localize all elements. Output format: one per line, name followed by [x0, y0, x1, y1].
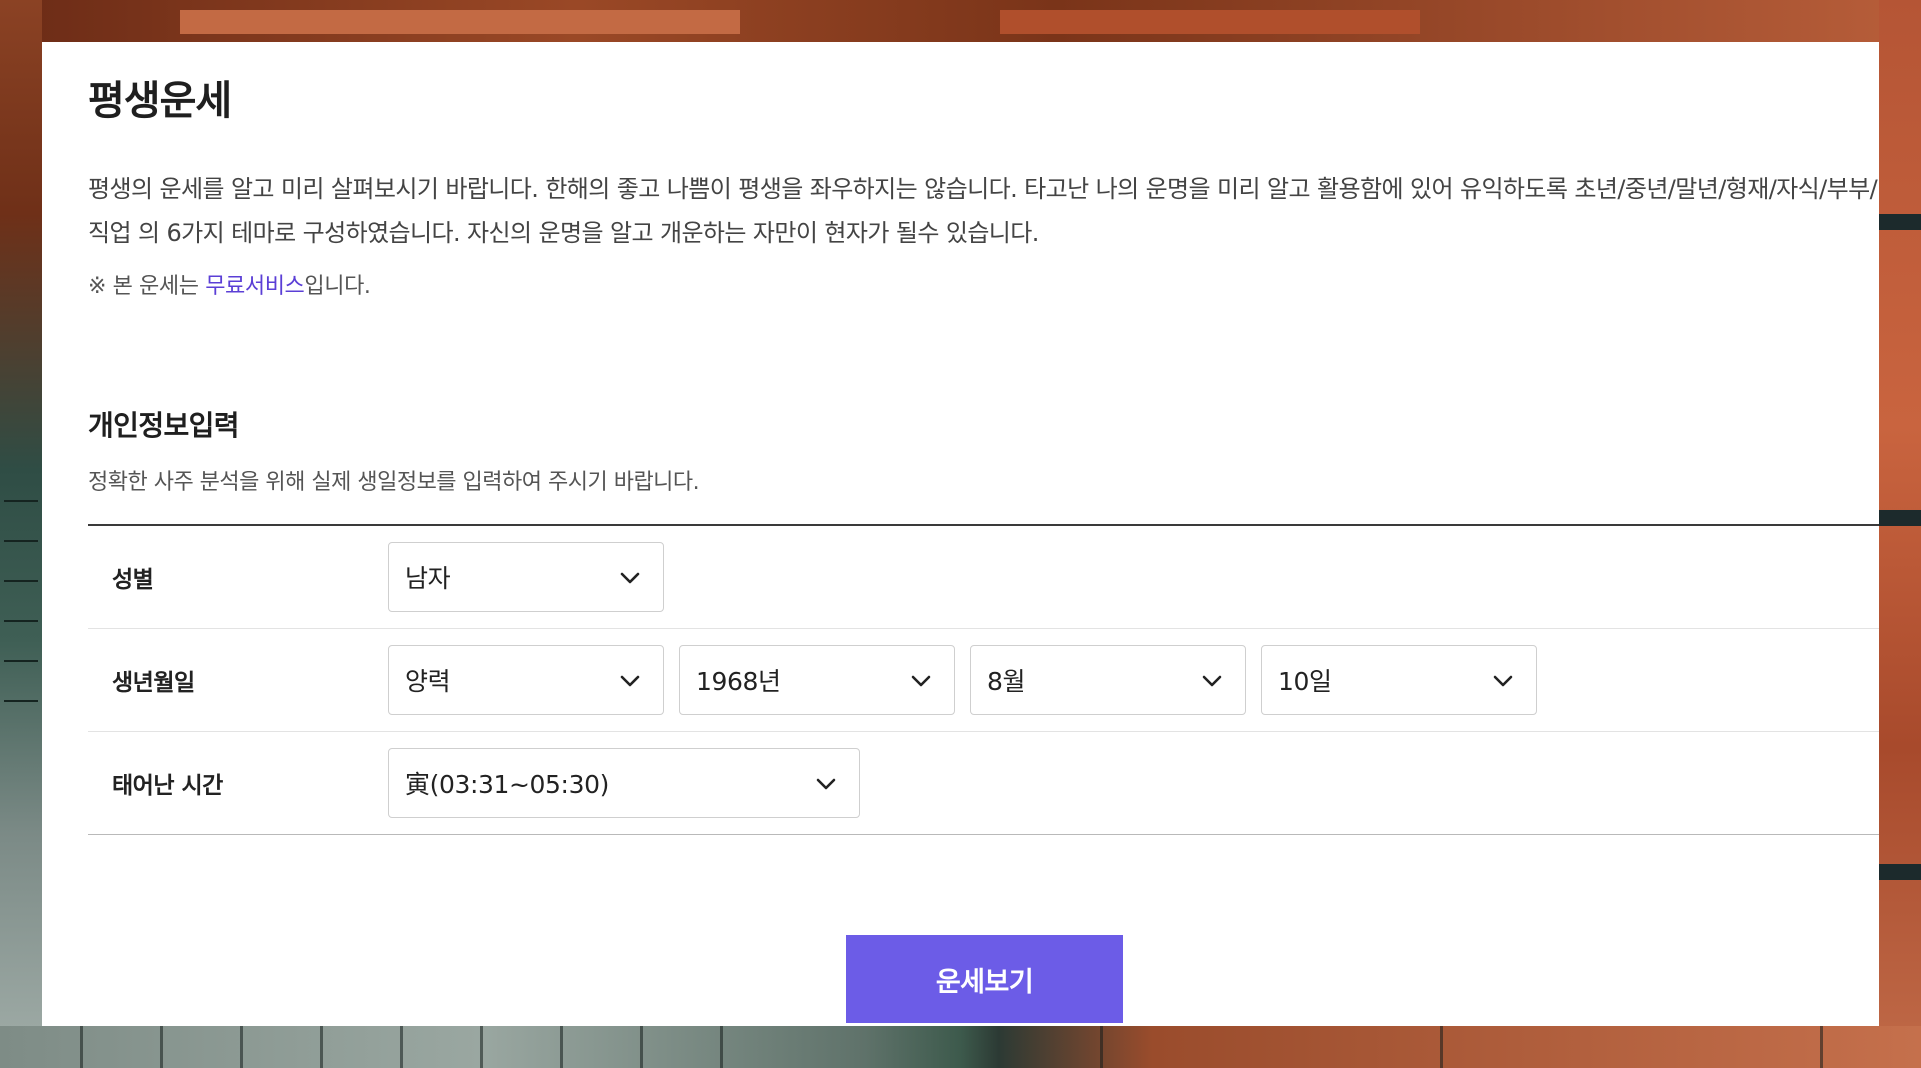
calendar-type-value: 양력: [405, 667, 451, 696]
section-description: 정확한 사주 분석을 위해 실제 생일정보를 입력하여 주시기 바랍니다.: [88, 470, 700, 495]
section-title: 개인정보입력: [88, 409, 240, 442]
background-wall-bottom: [0, 1026, 1921, 1068]
form-row-birthtime: 태어난 시간 寅(03:31~05:30): [88, 732, 1879, 834]
fortune-card: 평생운세 평생의 운세를 알고 미리 살펴보시기 바랍니다. 한해의 좋고 나쁨…: [42, 42, 1879, 1026]
chevron-down-icon: [620, 572, 640, 584]
view-fortune-button[interactable]: 운세보기: [846, 935, 1123, 1023]
page-title: 평생운세: [88, 78, 232, 124]
birth-month-value: 8월: [987, 667, 1026, 696]
gender-select[interactable]: 남자: [388, 542, 664, 612]
calendar-type-select[interactable]: 양력: [388, 645, 664, 715]
personal-info-form: 성별 남자 생년월일 양력 1968년 8월 10일 태어난 시간 寅(03:3…: [88, 524, 1879, 835]
chevron-down-icon: [911, 675, 931, 687]
birth-year-value: 1968년: [696, 667, 781, 696]
birth-time-select[interactable]: 寅(03:31~05:30): [388, 748, 860, 818]
birth-day-select[interactable]: 10일: [1261, 645, 1537, 715]
page-description: 평생의 운세를 알고 미리 살펴보시기 바랍니다. 한해의 좋고 나쁨이 평생을…: [88, 175, 1878, 247]
background-pillar-right: [1879, 0, 1921, 1068]
birth-month-select[interactable]: 8월: [970, 645, 1246, 715]
background-lattice-left: [0, 0, 42, 1068]
birth-year-select[interactable]: 1968년: [679, 645, 955, 715]
birth-time-value: 寅(03:31~05:30): [405, 770, 609, 799]
gender-label: 성별: [112, 567, 154, 593]
notice-prefix: ※ 본 운세는: [88, 274, 206, 299]
background-eaves: [0, 0, 1921, 42]
chevron-down-icon: [1493, 675, 1513, 687]
notice-suffix: 입니다.: [304, 274, 371, 299]
form-row-birthdate: 생년월일 양력 1968년 8월 10일: [88, 629, 1879, 732]
form-row-gender: 성별 남자: [88, 526, 1879, 629]
birth-day-value: 10일: [1278, 667, 1332, 696]
free-service-link[interactable]: 무료서비스: [205, 274, 305, 299]
gender-value: 남자: [405, 564, 451, 593]
birthdate-label: 생년월일: [112, 670, 195, 696]
chevron-down-icon: [816, 778, 836, 790]
chevron-down-icon: [1202, 675, 1222, 687]
service-notice: ※ 본 운세는 무료서비스입니다.: [88, 268, 371, 300]
birthtime-label: 태어난 시간: [112, 773, 223, 799]
chevron-down-icon: [620, 675, 640, 687]
